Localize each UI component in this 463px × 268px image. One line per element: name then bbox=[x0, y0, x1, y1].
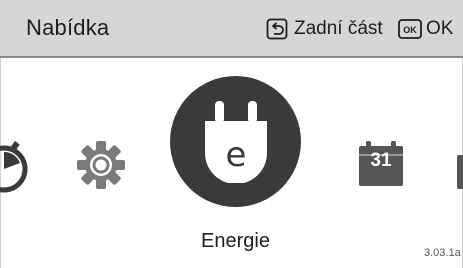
gear-icon[interactable] bbox=[76, 140, 126, 190]
energy-letter: e bbox=[225, 135, 247, 175]
back-arrow-icon bbox=[266, 18, 288, 40]
version-label: 3.03.1a bbox=[424, 247, 461, 259]
ok-key-badge: OK bbox=[403, 25, 417, 35]
header-bar: Nabídka Zadní část OK OK bbox=[0, 0, 463, 58]
stopwatch-icon[interactable] bbox=[0, 138, 34, 194]
unknown-icon[interactable] bbox=[455, 155, 463, 189]
ok-label: OK bbox=[426, 18, 454, 39]
calendar-value: 31 bbox=[370, 150, 392, 171]
page-title: Nabídka bbox=[26, 15, 110, 40]
ok-key-icon: OK bbox=[398, 19, 422, 39]
back-label: Zadní část bbox=[294, 18, 383, 39]
selected-item-label: Energie bbox=[201, 230, 270, 252]
back-button[interactable]: Zadní část bbox=[266, 16, 383, 42]
ok-button[interactable]: OK OK bbox=[398, 16, 453, 42]
